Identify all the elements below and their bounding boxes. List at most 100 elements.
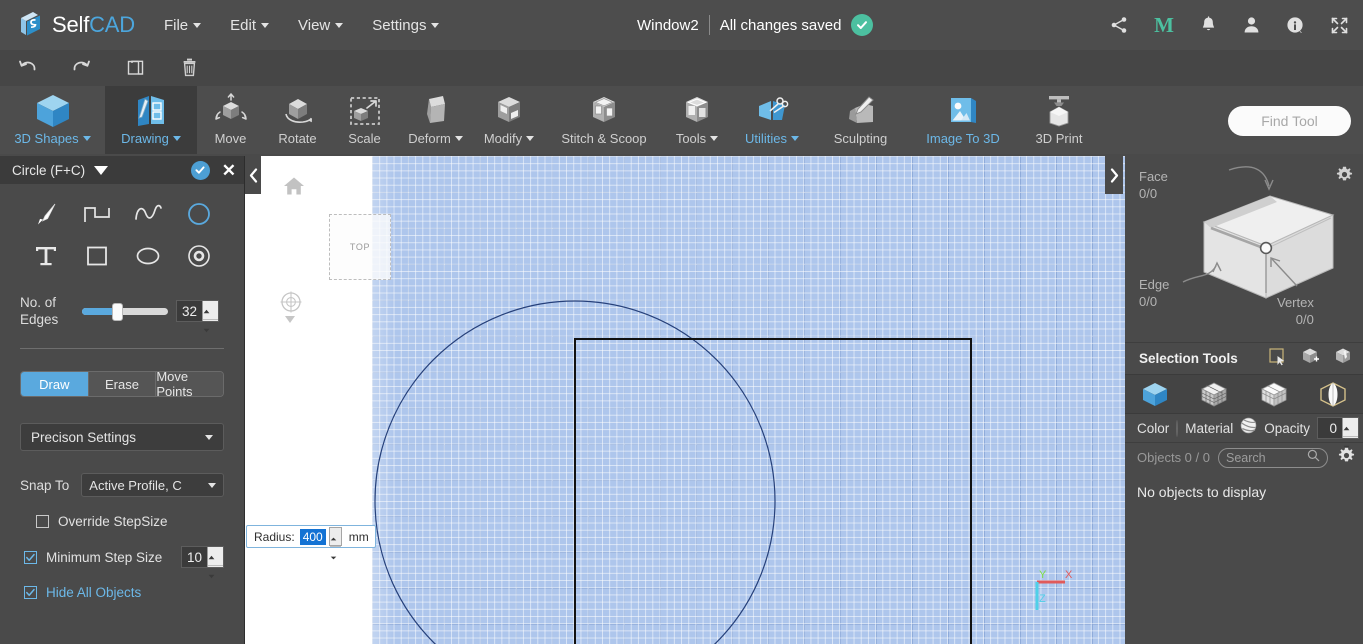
chevron-down-icon[interactable] — [94, 165, 109, 175]
3d-viewport[interactable]: TOP X Y Z — [245, 156, 1125, 644]
edges-stepper[interactable] — [202, 301, 219, 333]
objects-search-input[interactable] — [1225, 450, 1307, 465]
user-account-icon[interactable] — [1243, 16, 1260, 34]
precision-settings-dropdown[interactable]: Precison Settings — [20, 423, 224, 451]
sculpting-icon — [841, 92, 881, 130]
stepper-down-icon[interactable] — [330, 547, 341, 565]
toolbar-move[interactable]: Move — [197, 86, 264, 154]
home-view-icon[interactable] — [283, 176, 305, 201]
toolbar-3d-print[interactable]: 3D Print — [1018, 86, 1100, 154]
toolbar-sculpting[interactable]: Sculpting — [813, 86, 908, 154]
circle-tool-icon[interactable] — [173, 198, 224, 230]
polyline-tool-icon[interactable] — [71, 198, 122, 230]
stepper-up-icon[interactable] — [208, 547, 223, 566]
toolbar-3d-shapes[interactable]: 3D Shapes — [0, 86, 105, 154]
toolbar-label: 3D Shapes — [14, 131, 91, 146]
menu-settings[interactable]: Settings — [372, 17, 440, 34]
move-points-mode-button[interactable]: Move Points — [156, 372, 223, 396]
curve-tool-icon[interactable] — [122, 198, 173, 230]
info-icon[interactable] — [1286, 16, 1304, 34]
menu-file[interactable]: File — [164, 17, 202, 34]
redo-button[interactable] — [54, 50, 108, 86]
menu-edit[interactable]: Edit — [230, 17, 269, 34]
find-tool-search[interactable] — [1228, 106, 1351, 136]
fullscreen-icon[interactable] — [1330, 16, 1349, 35]
slider-handle[interactable] — [112, 303, 123, 321]
minimum-step-size-label: Minimum Step Size — [46, 549, 163, 565]
minimum-step-size-row[interactable]: Minimum Step Size 10 — [20, 546, 224, 579]
solid-view-icon[interactable] — [1140, 380, 1170, 408]
color-swatch[interactable] — [1176, 419, 1179, 437]
ellipse-tool-icon[interactable] — [122, 240, 173, 272]
selfcad-logo[interactable]: SelfCAD — [18, 11, 135, 39]
rectangle-tool-icon[interactable] — [71, 240, 122, 272]
toolbar-utilities[interactable]: Utilities — [731, 86, 813, 154]
chevron-down-icon — [526, 136, 535, 141]
brush-tool-icon[interactable] — [20, 198, 71, 230]
edges-slider[interactable] — [82, 303, 168, 321]
undo-button[interactable] — [0, 50, 54, 86]
collapse-left-panel-button[interactable] — [245, 156, 261, 194]
toolbar-stitch-scoop[interactable]: Stitch & Scoop — [545, 86, 663, 154]
stepper-down-icon[interactable] — [208, 566, 223, 584]
material-icon[interactable] — [1240, 417, 1257, 439]
collapse-right-panel-button[interactable] — [1105, 156, 1123, 194]
stepper-up-icon[interactable] — [329, 528, 341, 547]
stepper-up-icon[interactable] — [1343, 418, 1359, 437]
shaded-grid-view-icon[interactable] — [1259, 380, 1289, 408]
toolbar-image-to-3d[interactable]: Image To 3D — [908, 86, 1018, 154]
draw-mode-button[interactable]: Draw — [21, 372, 89, 396]
find-tool-input[interactable] — [1228, 113, 1351, 129]
opacity-stepper[interactable] — [1342, 418, 1359, 450]
toolbar-modify[interactable]: Modify — [473, 86, 545, 154]
minimum-step-size-stepper[interactable] — [207, 547, 223, 579]
toolbar-scale[interactable]: Scale — [331, 86, 398, 154]
notifications-bell-icon[interactable] — [1200, 16, 1217, 34]
hide-all-objects-checkbox[interactable] — [24, 586, 37, 599]
view-cube-top-face[interactable]: TOP — [329, 214, 391, 280]
transparent-view-icon[interactable] — [1318, 380, 1348, 408]
box-select-paint-icon[interactable] — [1334, 347, 1353, 371]
share-icon[interactable] — [1110, 16, 1128, 34]
minimum-step-size-checkbox[interactable] — [24, 550, 37, 564]
delete-button[interactable] — [162, 50, 216, 86]
stepper-up-icon[interactable] — [203, 301, 219, 320]
magic-logo-icon[interactable]: M — [1154, 13, 1174, 38]
orientation-dropdown-icon[interactable] — [285, 316, 295, 323]
orientation-widget-icon[interactable] — [279, 290, 303, 319]
radius-value[interactable]: 400 — [299, 528, 326, 545]
radius-input-box[interactable]: Radius: 400 mm — [246, 525, 376, 560]
radius-unit: mm — [348, 529, 369, 544]
confirm-button[interactable] — [190, 160, 210, 180]
copy-button[interactable] — [108, 50, 162, 86]
toolbar-drawing[interactable]: Drawing — [105, 86, 197, 154]
opacity-input[interactable]: 0 — [1317, 417, 1360, 450]
toolbar-rotate[interactable]: Rotate — [264, 86, 331, 154]
hide-all-objects-row[interactable]: Hide All Objects — [20, 585, 224, 600]
draw-mode-group: Draw Erase Move Points — [20, 371, 224, 397]
hide-all-objects-label: Hide All Objects — [46, 585, 142, 600]
rectangle-select-icon[interactable] — [1268, 347, 1287, 371]
minimum-step-size-input[interactable]: 10 — [180, 546, 224, 579]
ring-tool-icon[interactable] — [173, 240, 224, 272]
toolbar-tools[interactable]: Tools — [663, 86, 731, 154]
override-stepsize-checkbox[interactable] — [36, 515, 49, 528]
menu-view[interactable]: View — [298, 17, 344, 34]
text-tool-icon[interactable] — [20, 240, 71, 272]
material-label: Material — [1185, 420, 1234, 436]
toolbar-deform[interactable]: Deform — [398, 86, 473, 154]
stepper-down-icon[interactable] — [203, 320, 218, 338]
radius-stepper[interactable] — [328, 527, 342, 560]
snap-to-select[interactable]: Active Profile, C — [81, 473, 224, 497]
axis-y-label: Y — [1039, 569, 1047, 581]
box-select-add-icon[interactable] — [1301, 347, 1320, 371]
edges-number-input[interactable]: 32 — [176, 300, 220, 333]
erase-mode-button[interactable]: Erase — [88, 372, 157, 396]
objects-settings-gear-icon[interactable] — [1338, 447, 1355, 469]
snap-to-label: Snap To — [20, 477, 70, 493]
objects-search[interactable] — [1217, 447, 1328, 468]
close-icon[interactable]: ✕ — [222, 162, 236, 179]
wireframe-view-icon[interactable] — [1199, 380, 1229, 408]
override-stepsize-row[interactable]: Override StepSize — [20, 514, 224, 529]
axis-x-label: X — [1065, 569, 1073, 581]
